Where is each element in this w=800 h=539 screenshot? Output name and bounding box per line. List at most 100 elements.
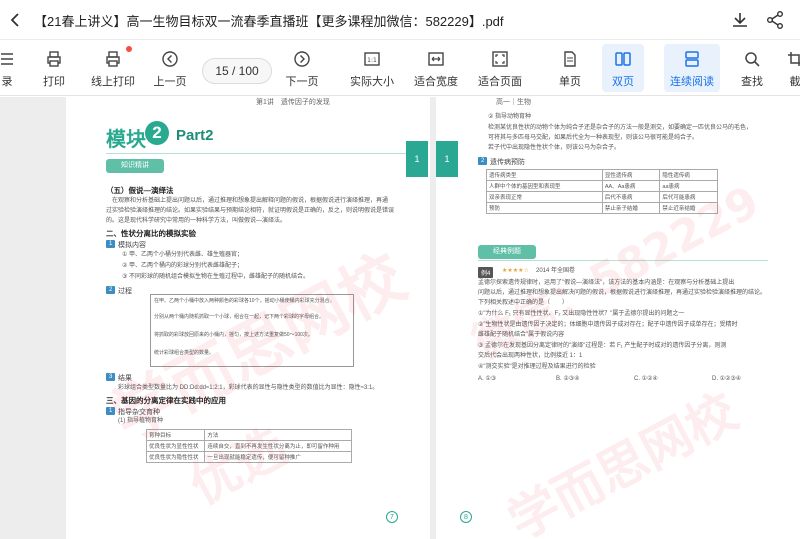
list-item: ② 甲、乙两个桶内的彩球分别代表雌雄配子； bbox=[122, 263, 244, 269]
online-print-icon bbox=[106, 51, 120, 67]
page-number-right: 8 bbox=[460, 511, 472, 523]
example-label: 例4 bbox=[478, 267, 494, 278]
module-divider bbox=[106, 153, 406, 154]
page-header: 高一｜生物 bbox=[496, 99, 531, 106]
process-diagram: 在甲、乙两个小桶中放入两种颜色的彩球各10个，摇动小桶使桶内彩球充分混合。 分别… bbox=[150, 294, 354, 367]
list-item: ① 甲、乙两个小桶分别代表雌、雄生殖器官； bbox=[122, 252, 244, 258]
question-line: 问题以后，通过推理和想象提出解决问题的假说，根据假说进行演绎推理，再通过实验检验… bbox=[478, 290, 767, 296]
paragraph-line: 可将其与多匹母马交配，如果后代全为一种表现型，则该公马很可能是纯合子。 bbox=[488, 135, 699, 141]
paragraph-line: 的。这是现代科学研究中常用的一种科学方法，叫做假说—演绎法。 bbox=[106, 218, 287, 224]
subsection-title: 过程 bbox=[118, 288, 132, 295]
document-viewport[interactable]: 第1讲 遗传因子的发现 模块 2 Part2 知识精讲 1 （五）假说—演绎法 … bbox=[0, 97, 800, 539]
toolbar-fit-page-button[interactable]: 适合页面 bbox=[474, 44, 526, 92]
answer-choice-c: C. ①②④ bbox=[634, 376, 658, 382]
toolbar-contents-button[interactable]: 录 bbox=[0, 44, 22, 92]
double-page-icon bbox=[615, 52, 631, 66]
toolbar-double-page-button[interactable]: 双页 bbox=[602, 44, 644, 92]
page-number-left: 7 bbox=[386, 511, 398, 523]
toolbar-fit-width-button[interactable]: 适合宽度 bbox=[410, 44, 462, 92]
screenshot-icon bbox=[788, 52, 800, 66]
subsection-tag: 1 bbox=[106, 240, 116, 248]
page-header: 第1讲 遗传因子的发现 bbox=[256, 99, 330, 106]
back-icon[interactable] bbox=[6, 10, 26, 30]
printer-icon bbox=[47, 51, 61, 67]
watermark: 优选 bbox=[180, 417, 296, 516]
example-divider bbox=[478, 260, 768, 261]
example-stars: ★★★★☆ bbox=[502, 268, 529, 274]
toolbar-print-button[interactable]: 打印 bbox=[36, 44, 72, 92]
section-heading-2: 二、性状分离比的模拟实验 bbox=[106, 229, 196, 238]
section-heading-3: 三、基因的分离定律在实践中的应用 bbox=[106, 396, 226, 405]
next-page-icon bbox=[294, 51, 310, 67]
title-bar: 【21春上讲义】高一生物目标双一流春季直播班【更多课程加微信：582229】.p… bbox=[0, 0, 800, 40]
subsection-tag: 3 bbox=[106, 373, 116, 381]
toolbar-search-button[interactable]: 查找 bbox=[734, 44, 770, 92]
pdf-page-right: 高一｜生物 1 ② 指导动物育种 检测某优良性状的动物个体为纯合子还是杂合子的方… bbox=[436, 97, 800, 539]
section-heading: （五）假说—演绎法 bbox=[106, 186, 174, 195]
process-step: 统计彩球组合类型的数量。 bbox=[154, 350, 215, 356]
table-row: 优良性状为隐性性状 一旦出现就能稳定遗传，便可留种推广 bbox=[145, 451, 352, 463]
actual-size-icon: 1:1 bbox=[364, 52, 380, 66]
side-tab-right: 1 bbox=[436, 141, 458, 177]
toolbar-continuous-read-button[interactable]: 连续阅读 bbox=[664, 44, 720, 92]
table-row: 预防 禁止亲子结婚 禁止近亲结婚 bbox=[486, 202, 718, 214]
side-tab-left: 1 bbox=[406, 141, 428, 177]
genetic-disease-table: 遗传病类型 显性遗传病 隐性遗传病 人群中个体的基因型和表现型 AA、Aa患病 aa患病… bbox=[486, 169, 718, 214]
fit-page-icon bbox=[492, 51, 508, 67]
table-row: 人群中个体的基因型和表现型 AA、Aa患病 aa患病 bbox=[486, 180, 718, 192]
option-line: ①"为什么 F₁ 只有显性性状、F₂ 又出现隐性性状？"属于孟德尔提出的问题之一 bbox=[478, 311, 685, 317]
subsection-title: 遗传病预防 bbox=[490, 159, 525, 166]
table-row: 优良性状为显性性状 连续自交，直到不再发生性状分离为止，即可留作种用 bbox=[145, 440, 352, 452]
process-step: 分别从两个桶内随机抓取一个小球，组合在一起，记下两个彩球的字母组合。 bbox=[154, 314, 325, 320]
watermark: 学而思网校 bbox=[498, 382, 747, 539]
answer-choice-d: D. ①②③④ bbox=[712, 376, 742, 382]
option-line: ②"生物性状是由遗传因子决定的；体细胞中遗传因子成对存在；配子中遗传因子成单存在… bbox=[478, 322, 738, 328]
paragraph-line: 检测某优良性状的动物个体为纯合子还是杂合子的方法一般是测交，如要确定一匹优良公马… bbox=[488, 125, 753, 131]
table-row: 遗传病类型 显性遗传病 隐性遗传病 bbox=[486, 169, 718, 181]
subsection-title: 模拟内容 bbox=[118, 242, 146, 249]
option-line: 交后代会出现两种性状，比例接近 1：1 bbox=[478, 353, 583, 359]
continuous-read-icon bbox=[685, 51, 699, 67]
module-title: 模块 bbox=[106, 129, 146, 151]
toolbar-screenshot-button[interactable]: 截 bbox=[780, 44, 800, 92]
table-row: 双亲表现正常 后代不患病 后代可能患病 bbox=[486, 191, 718, 203]
toolbar-next-page-button[interactable]: 下一页 bbox=[284, 44, 320, 92]
question-line: 孟德尔探索遗传规律时，运用了"假说—演绎法"，该方法的基本内涵是：在观察与分析基… bbox=[478, 280, 735, 286]
document-title: 【21春上讲义】高一生物目标双一流春季直播班【更多课程加微信：582229】.p… bbox=[34, 14, 504, 29]
question-line: 下列相关叙述中正确的是（ ） bbox=[478, 300, 569, 306]
option-line: ③ 孟德尔在发现基因分离定律时的"演绎"过程是：若 F₁ 产生配子时成对的遗传因… bbox=[478, 343, 727, 349]
page-number-input[interactable]: 15 / 100 bbox=[202, 58, 272, 84]
module-number: 2 bbox=[145, 121, 169, 145]
module-part: Part2 bbox=[176, 127, 214, 144]
example-banner: 经典例题 bbox=[478, 245, 536, 259]
option-line: 雌雄配子随机结合"属于假说内容 bbox=[478, 332, 565, 338]
subsection-title: 指导杂交育种 bbox=[118, 409, 160, 416]
answer-choice-a: A. ①③ bbox=[478, 376, 497, 382]
search-icon bbox=[745, 52, 760, 67]
result-text: 彩球组合类型数量比为 DD:Dd:dd≈1:2:1，彩球代表的显性与隐性类型的数… bbox=[118, 385, 379, 391]
paragraph-line: ② 指导动物育种 bbox=[488, 114, 532, 120]
table-row: 育种目标 方法 bbox=[145, 429, 352, 441]
option-line: ④"测交实验"是对推理过程及结果进行的检验 bbox=[478, 364, 596, 370]
subsection-tag: 1 bbox=[106, 407, 116, 415]
previous-page-icon bbox=[162, 51, 178, 67]
toolbar-previous-page-button[interactable]: 上一页 bbox=[152, 44, 188, 92]
fit-width-icon bbox=[428, 52, 444, 66]
breeding-table: 育种目标 方法 优良性状为显性性状 连续自交，直到不再发生性状分离为止，即可留作种用… bbox=[145, 429, 352, 463]
download-icon[interactable] bbox=[730, 10, 750, 30]
paragraph-line: 过实验检验演绎推理的结论。如果实验结果与预期结论相符，就证明假说是正确的，反之，… bbox=[106, 208, 395, 214]
answer-choice-b: B. ②③④ bbox=[556, 376, 580, 382]
toolbar-online-print-button[interactable]: 线上打印 bbox=[88, 44, 138, 92]
list-item: ③ 不同彩球的随机组合模拟生物在生殖过程中，雌雄配子的随机结合。 bbox=[122, 274, 310, 280]
subsection-tag: 2 bbox=[106, 286, 116, 294]
toolbar: 录 打印 线上打印 上一页 下一页 1:1 实际大小 适合宽度 适合页面 单页 … bbox=[0, 40, 800, 96]
toolbar-single-page-button[interactable]: 单页 bbox=[552, 44, 588, 92]
share-icon[interactable] bbox=[765, 10, 785, 30]
subsection-title: 结果 bbox=[118, 375, 132, 382]
knowledge-banner: 知识精讲 bbox=[106, 159, 164, 173]
pdf-page-left: 第1讲 遗传因子的发现 模块 2 Part2 知识精讲 1 （五）假说—演绎法 … bbox=[66, 97, 430, 539]
toolbar-actual-size-button[interactable]: 1:1 实际大小 bbox=[346, 44, 398, 92]
notification-dot bbox=[126, 46, 132, 52]
single-page-icon bbox=[564, 51, 576, 67]
list-icon bbox=[1, 53, 13, 65]
